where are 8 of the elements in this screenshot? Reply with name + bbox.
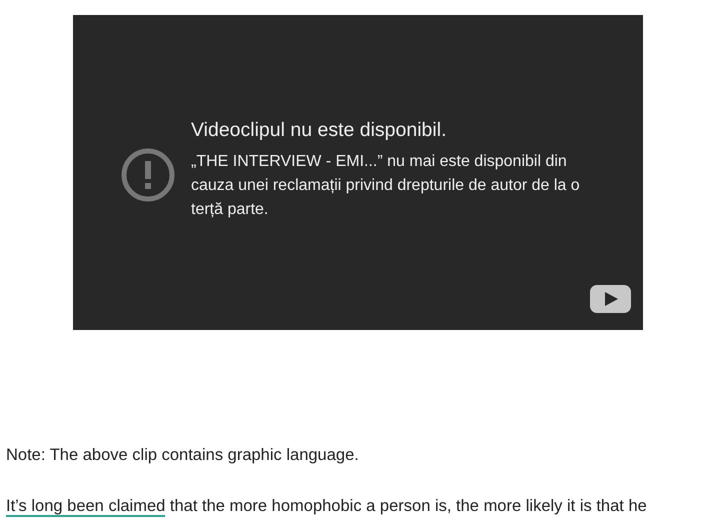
video-error-title: Videoclipul nu este disponibil. [191, 119, 448, 142]
article-paragraph: It’s long been claimed that the more homophobic a person is, the more likely it is that he [5, 496, 648, 518]
video-error-message: „THE INTERVIEW - EMI...” nu mai este disponibil din cauza unei reclamații privind drepturile de autor de la o terță parte. [191, 152, 581, 220]
note-text: Note: The above clip contains graphic language. [5, 445, 360, 466]
video-player[interactable]: Videoclipul nu este disponibil. „THE INTERVIEW - EMI...” nu mai este disponibil din cauza unei reclamații privind drepturile de autor de la o terță parte. [73, 15, 643, 330]
play-logo-icon[interactable] [590, 285, 631, 313]
warning-icon [121, 148, 175, 202]
article-link[interactable]: It’s long been claimed [6, 496, 166, 517]
